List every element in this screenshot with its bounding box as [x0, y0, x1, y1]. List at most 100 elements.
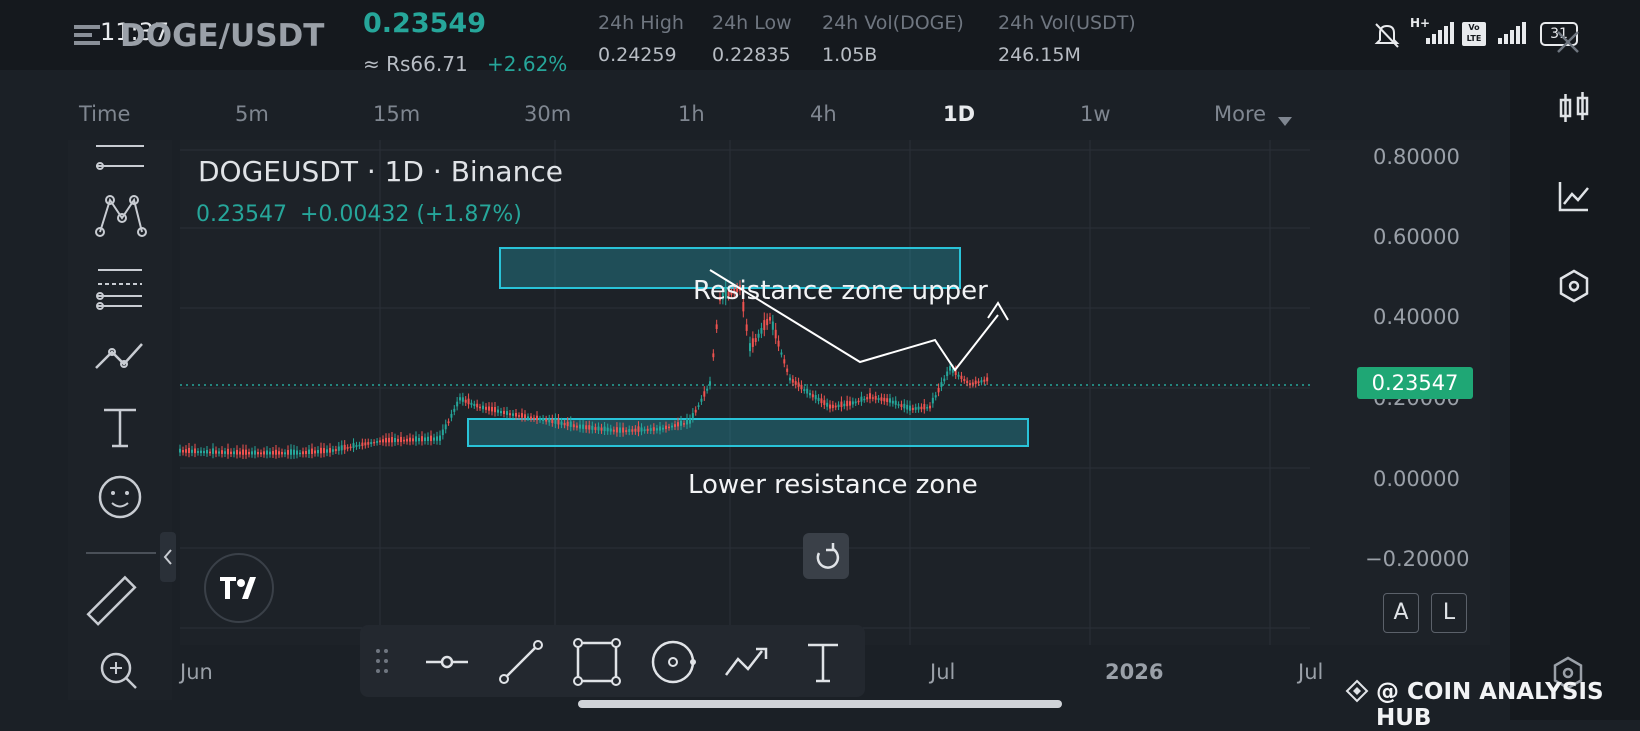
mute-icon — [1372, 20, 1402, 50]
candle-body — [320, 447, 322, 454]
settings-hex-icon[interactable] — [1556, 268, 1592, 304]
candle-body — [877, 398, 880, 400]
candle-body — [245, 449, 247, 455]
chart-symbol-title: DOGEUSDT · 1D · Binance — [198, 155, 563, 188]
stat-label-vol-doge: 24h Vol(DOGE) — [822, 12, 964, 34]
candle-body — [854, 401, 857, 404]
candle-body — [482, 405, 484, 410]
tf-time[interactable]: Time — [79, 102, 130, 126]
candle-body — [224, 451, 226, 454]
line-tool-icon[interactable] — [90, 142, 150, 172]
tf-4h[interactable]: 4h — [810, 102, 837, 126]
candle-body — [281, 451, 283, 455]
candle-body — [427, 436, 429, 442]
circle-tool-icon[interactable] — [648, 637, 698, 687]
candle-body — [527, 416, 529, 419]
signal-icon-2 — [1494, 22, 1534, 46]
candle-body — [509, 413, 511, 416]
menu-icon[interactable] — [72, 20, 102, 50]
candle-body — [677, 422, 679, 427]
path-draw-icon[interactable] — [722, 637, 772, 687]
ruler-icon[interactable] — [86, 575, 150, 630]
candle-body — [757, 333, 760, 338]
candle-body — [352, 443, 355, 448]
candle-body — [248, 451, 250, 455]
candle-body — [394, 437, 396, 443]
text-tool-icon[interactable] — [90, 402, 150, 452]
candle-body — [200, 450, 202, 454]
tf-1w[interactable]: 1w — [1080, 102, 1111, 126]
candle-body — [518, 415, 520, 417]
candle-body — [937, 387, 940, 393]
candle-body — [628, 429, 631, 432]
candle-body — [406, 438, 408, 442]
candle-body — [197, 451, 199, 453]
candle-body — [686, 418, 688, 425]
fib-tool-icon[interactable] — [90, 262, 150, 312]
annotation-upper[interactable]: Resistance zone upper — [693, 276, 988, 306]
candle-body — [615, 427, 618, 433]
candle-body — [851, 401, 854, 405]
candle-body — [302, 451, 304, 455]
candle-body — [883, 397, 886, 402]
candle-body — [221, 450, 223, 454]
trend-line-icon[interactable] — [496, 637, 546, 687]
log-scale-button[interactable]: L — [1431, 593, 1467, 633]
candle-body — [603, 426, 606, 432]
reset-chart-button[interactable] — [803, 533, 849, 579]
candle-body — [631, 429, 634, 432]
market-header: 11:37 DOGE/USDT 0.23549 ≈ Rs66.71 +2.62%… — [0, 0, 1640, 76]
tf-30m[interactable]: 30m — [524, 102, 571, 126]
candle-body — [700, 398, 703, 402]
annotation-lower[interactable]: Lower resistance zone — [688, 470, 978, 500]
emoji-tool-icon[interactable] — [90, 472, 150, 522]
chart-price: 0.23547 — [196, 202, 287, 227]
auto-scale-button[interactable]: A — [1383, 593, 1419, 633]
right-sidebar — [1510, 70, 1640, 720]
tf-5m[interactable]: 5m — [235, 102, 269, 126]
candle-body — [358, 444, 361, 447]
rectangle-tool-icon[interactable] — [572, 637, 622, 687]
pair-title[interactable]: DOGE/USDT — [120, 18, 324, 54]
candle-body — [391, 437, 393, 443]
candle-body — [476, 403, 479, 408]
candle-body — [388, 437, 390, 443]
tf-1h[interactable]: 1h — [678, 102, 705, 126]
candle-body — [185, 449, 187, 453]
candle-body — [689, 419, 691, 424]
candle-body — [257, 451, 259, 455]
candle-body — [846, 400, 849, 407]
candle-body — [831, 404, 834, 409]
tf-15m[interactable]: 15m — [373, 102, 420, 126]
candlestick-icon[interactable] — [1556, 90, 1592, 126]
collapse-toolbar-handle[interactable] — [160, 532, 176, 582]
path-tool-icon[interactable] — [90, 332, 150, 382]
candle-body — [230, 451, 232, 455]
candle-body — [814, 395, 817, 400]
candle-body — [640, 427, 643, 432]
candle-body — [766, 318, 769, 326]
candle-body — [575, 425, 578, 428]
candle-body — [863, 398, 866, 401]
tf-1d[interactable]: 1D — [943, 102, 975, 126]
candle-body — [911, 407, 914, 411]
candle-body — [649, 428, 652, 431]
text-draw-icon[interactable] — [798, 637, 848, 687]
candle-body — [524, 414, 526, 419]
candle-body — [694, 409, 697, 413]
home-indicator[interactable] — [578, 700, 1062, 708]
chevron-down-icon[interactable] — [1278, 112, 1292, 126]
candle-body — [467, 398, 470, 405]
drag-handle-icon[interactable] — [370, 637, 394, 687]
candle-body — [272, 451, 274, 455]
zoom-in-icon[interactable] — [90, 648, 150, 698]
candle-body — [424, 437, 426, 441]
horizontal-line-icon[interactable] — [422, 637, 472, 687]
indicators-icon[interactable] — [1556, 178, 1592, 214]
pattern-tool-icon[interactable] — [90, 192, 150, 242]
candle-body — [191, 449, 193, 453]
candle-body — [206, 449, 208, 454]
candle-body — [317, 450, 319, 454]
tf-more[interactable]: More — [1214, 102, 1266, 126]
close-icon[interactable] — [1556, 30, 1580, 54]
